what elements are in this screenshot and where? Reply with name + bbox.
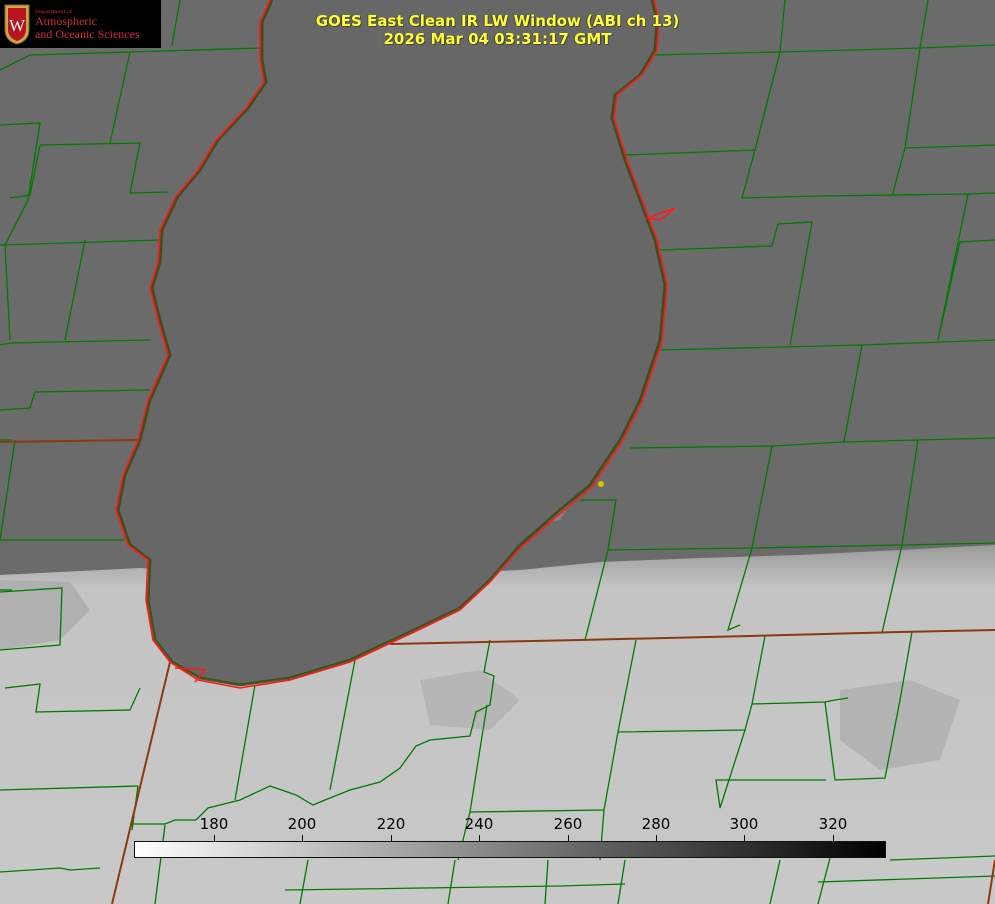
colorbar-tick-label: 180: [199, 815, 229, 833]
colorbar-tick: [656, 835, 657, 841]
product-title: GOES East Clean IR LW Window (ABI ch 13): [315, 12, 680, 30]
satellite-image: W Department of Atmospheric and Oceanic …: [0, 0, 995, 904]
colorbar-tick: [214, 835, 215, 841]
colorbar-tick-label: 200: [287, 815, 317, 833]
station-dot-icon: [598, 481, 604, 487]
colorbar-tick: [833, 835, 834, 841]
colorbar-tick-label: 240: [464, 815, 494, 833]
colorbar-tick: [568, 835, 569, 841]
colorbar-tick: [479, 835, 480, 841]
colorbar-tick-label: 260: [553, 815, 583, 833]
ir-map: [0, 0, 995, 904]
colorbar-tick: [391, 835, 392, 841]
colorbar-tick-label: 280: [641, 815, 671, 833]
colorbar-tick: [302, 835, 303, 841]
colorbar-tick: [744, 835, 745, 841]
colorbar-tick-label: 220: [376, 815, 406, 833]
colorbar-tick-label: 300: [729, 815, 759, 833]
timestamp: 2026 Mar 04 03:31:17 GMT: [383, 30, 612, 48]
colorbar: [134, 841, 886, 858]
colorbar-tick-label: 320: [818, 815, 848, 833]
